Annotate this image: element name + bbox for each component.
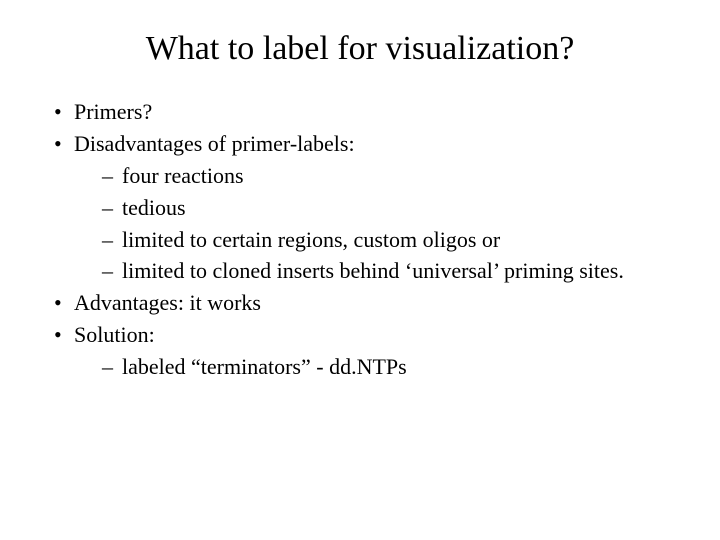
list-item: Advantages: it works xyxy=(48,287,672,319)
sub-list: labeled “terminators” - dd.NTPs xyxy=(74,351,672,383)
sub-list-item: limited to cloned inserts behind ‘univer… xyxy=(96,255,672,287)
sub-list-item-text: limited to cloned inserts behind ‘univer… xyxy=(122,258,624,283)
sub-list: four reactions tedious limited to certai… xyxy=(74,160,672,288)
slide: What to label for visualization? Primers… xyxy=(0,0,720,540)
bullet-list: Primers? Disadvantages of primer-labels:… xyxy=(48,96,672,383)
list-item-text: Solution: xyxy=(74,322,155,347)
list-item: Disadvantages of primer-labels: four rea… xyxy=(48,128,672,287)
list-item: Solution: labeled “terminators” - dd.NTP… xyxy=(48,319,672,383)
list-item-text: Disadvantages of primer-labels: xyxy=(74,131,355,156)
sub-list-item-text: limited to certain regions, custom oligo… xyxy=(122,227,500,252)
slide-title: What to label for visualization? xyxy=(48,30,672,68)
list-item: Primers? xyxy=(48,96,672,128)
sub-list-item: four reactions xyxy=(96,160,672,192)
sub-list-item-text: tedious xyxy=(122,195,186,220)
sub-list-item: labeled “terminators” - dd.NTPs xyxy=(96,351,672,383)
sub-list-item-text: labeled “terminators” - dd.NTPs xyxy=(122,354,407,379)
list-item-text: Advantages: it works xyxy=(74,290,261,315)
sub-list-item-text: four reactions xyxy=(122,163,244,188)
sub-list-item: tedious xyxy=(96,192,672,224)
list-item-text: Primers? xyxy=(74,99,152,124)
sub-list-item: limited to certain regions, custom oligo… xyxy=(96,224,672,256)
